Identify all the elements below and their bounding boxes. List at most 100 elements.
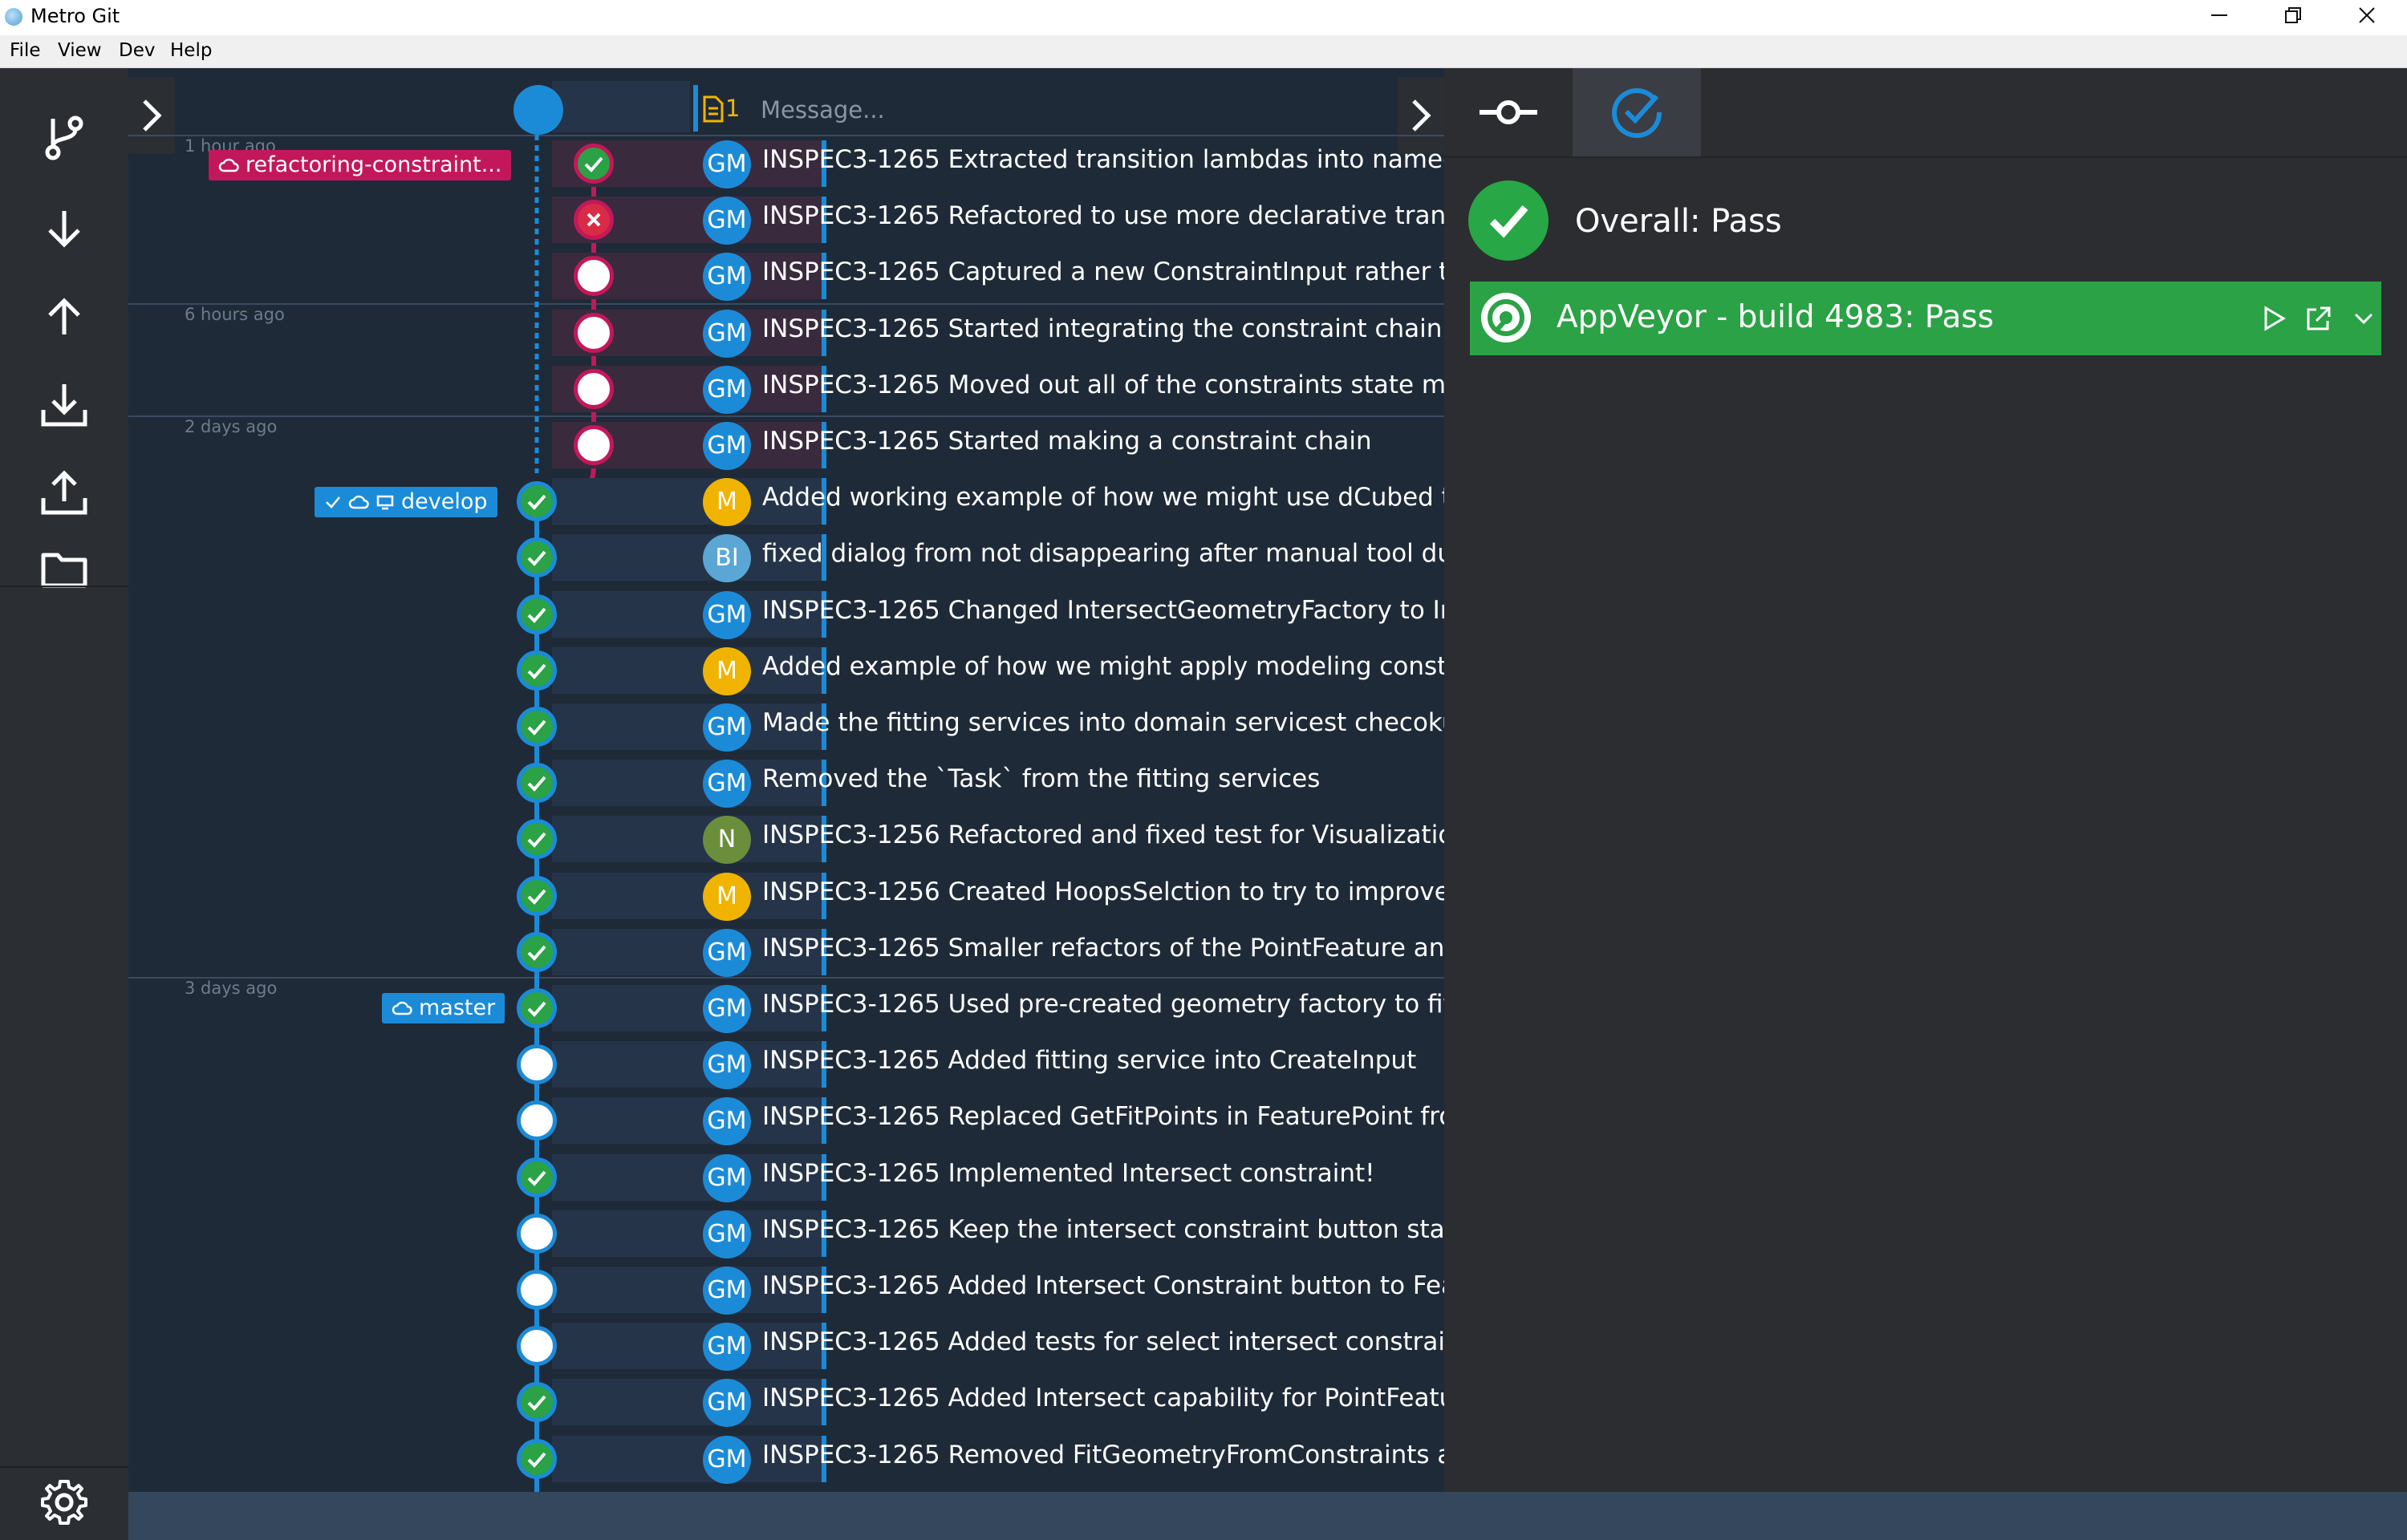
appveyor-icon (1481, 293, 1531, 342)
expand-build-button[interactable] (2344, 299, 2383, 338)
commit-node-pass[interactable] (574, 144, 614, 184)
author-avatar: M (703, 478, 751, 526)
author-avatar: GM (703, 591, 751, 639)
commit-node-pass[interactable] (517, 876, 557, 916)
author-avatar: GM (703, 703, 751, 752)
check-icon (527, 889, 546, 905)
author-avatar: GM (703, 1323, 751, 1371)
commit-node-pass[interactable] (517, 537, 557, 578)
check-icon (527, 945, 546, 961)
author-avatar: GM (703, 1379, 751, 1427)
author-avatar: GM (703, 1436, 751, 1484)
play-icon (2264, 306, 2286, 331)
author-avatar: GM (703, 985, 751, 1033)
status-bar (128, 1492, 2407, 1540)
status-panel: Overall: Pass AppVeyor - build 4983: Pas… (1444, 68, 2407, 1492)
author-avatar: GM (703, 197, 751, 245)
commit-row[interactable]: GM INSPEC3-1265 Changed IntersectGeometry… (128, 586, 1504, 642)
commit-node-pass[interactable] (517, 1382, 557, 1422)
commit-node-pass[interactable] (517, 650, 557, 691)
x-icon (587, 213, 601, 227)
author-avatar: GM (703, 366, 751, 414)
commit-row[interactable]: GM INSPEC3-1265 Smaller refactors of the … (128, 924, 1509, 980)
author-avatar: GM (703, 1210, 751, 1258)
check-icon (527, 719, 546, 736)
ci-build-row[interactable]: AppVeyor - build 4983: Pass (1470, 282, 2381, 355)
commit-row[interactable]: BI fixed dialog from not disappearing aft… (128, 529, 1532, 586)
commit-node-pass[interactable] (517, 481, 557, 521)
check-icon (527, 1395, 546, 1411)
commit-node[interactable] (517, 1214, 557, 1254)
commit-row[interactable]: GM INSPEC3-1265 Started making a constrai… (128, 417, 1444, 473)
commit-row[interactable]: GM INSPEC3-1265 Implemented Intersect con… (128, 1149, 1444, 1206)
commit-row[interactable]: GM INSPEC3-1265 Refactored to use more de… (128, 192, 1513, 248)
status-check-icon (1612, 88, 1662, 138)
commit-node-pass[interactable] (517, 1439, 557, 1479)
commit-node-fail[interactable] (574, 200, 614, 240)
ci-build-label: AppVeyor - build 4983: Pass (1557, 299, 1995, 335)
author-avatar: BI (703, 534, 751, 582)
commit-row[interactable]: GM INSPEC3-1265 Used pre-created geometry… (128, 980, 1453, 1036)
commit-row[interactable]: GM INSPEC3-1265 Added Intersect capabilit… (128, 1374, 1480, 1430)
commit-row[interactable]: N INSPEC3-1256 Refactored and fixed test … (128, 811, 1512, 867)
check-icon (527, 776, 546, 792)
commit-row[interactable]: GM INSPEC3-1265 Extracted transition lamb… (128, 136, 1573, 192)
commit-row[interactable]: GM INSPEC3-1265 Moved out all of the cons… (128, 361, 1528, 417)
commit-node-pass[interactable] (517, 988, 557, 1028)
author-avatar: GM (703, 310, 751, 358)
check-icon (527, 1452, 546, 1468)
check-icon (527, 494, 546, 510)
check-icon (584, 156, 603, 172)
author-avatar: M (703, 647, 751, 695)
check-icon (527, 550, 546, 566)
commit-node[interactable] (574, 256, 614, 296)
commit-node-pass[interactable] (517, 594, 557, 634)
check-icon (527, 663, 546, 679)
commit-node[interactable] (517, 1044, 557, 1084)
check-icon (527, 1001, 546, 1017)
commit-icon (1480, 100, 1537, 124)
author-avatar: GM (703, 1266, 751, 1315)
author-avatar: GM (703, 422, 751, 470)
commit-node-pass[interactable] (517, 1157, 557, 1198)
commit-row[interactable]: GM INSPEC3-1265 Added tests for select in… (128, 1318, 1523, 1374)
check-icon (527, 607, 546, 623)
commit-row[interactable]: GM INSPEC3-1265 Started integrating the c… (128, 305, 1513, 361)
commit-node[interactable] (517, 1100, 557, 1141)
commit-node-pass[interactable] (517, 763, 557, 803)
commit-row[interactable]: M INSPEC3-1256 Created HoopsSelction to t… (128, 868, 1511, 924)
commit-row[interactable]: GM INSPEC3-1265 Added Intersect Constrain… (128, 1262, 1507, 1318)
author-avatar: M (703, 873, 751, 921)
commit-node-pass[interactable] (517, 707, 557, 747)
author-avatar: N (703, 816, 751, 864)
author-avatar: GM (703, 760, 751, 808)
commit-node[interactable] (517, 1270, 557, 1310)
commit-node[interactable] (517, 1326, 557, 1366)
author-avatar: GM (703, 1154, 751, 1202)
author-avatar: GM (703, 929, 751, 977)
check-icon (527, 832, 546, 848)
commit-row[interactable]: GM INSPEC3-1265 Added fitting service int… (128, 1036, 1444, 1092)
commit-row[interactable]: GM INSPEC3-1265 Replaced GetFitPoints in … (128, 1092, 1500, 1149)
check-icon (527, 1170, 546, 1186)
commit-node[interactable] (574, 313, 614, 353)
status-divider (1444, 156, 2407, 158)
commit-row[interactable]: GM INSPEC3-1265 Captured a new Constraint… (128, 248, 1519, 304)
commit-node-pass[interactable] (517, 819, 557, 859)
commit-node[interactable] (574, 425, 614, 465)
author-avatar: GM (703, 1097, 751, 1145)
author-avatar: GM (703, 140, 751, 188)
commit-row[interactable]: GM INSPEC3-1265 Keep the intersect constr… (128, 1206, 1509, 1262)
commit-row[interactable]: GM Made the fitting services into domain … (128, 699, 1536, 755)
commit-node[interactable] (574, 369, 614, 409)
commit-row[interactable]: M Added example of how we might apply mod… (128, 642, 1541, 699)
open-external-button[interactable] (2299, 299, 2338, 338)
rebuild-button[interactable] (2255, 299, 2293, 338)
author-avatar: GM (703, 1041, 751, 1089)
commit-row[interactable]: M Added working example of how we might u… (128, 473, 1532, 529)
commit-node-pass[interactable] (517, 932, 557, 972)
commit-row[interactable]: GM INSPEC3-1265 Removed FitGeometryFromCo… (128, 1431, 1508, 1487)
commit-row[interactable]: GM Removed the `Task` from the fitting se… (128, 755, 1444, 811)
tab-build-status[interactable] (1573, 68, 1701, 156)
tab-commit-details[interactable] (1444, 68, 1573, 156)
